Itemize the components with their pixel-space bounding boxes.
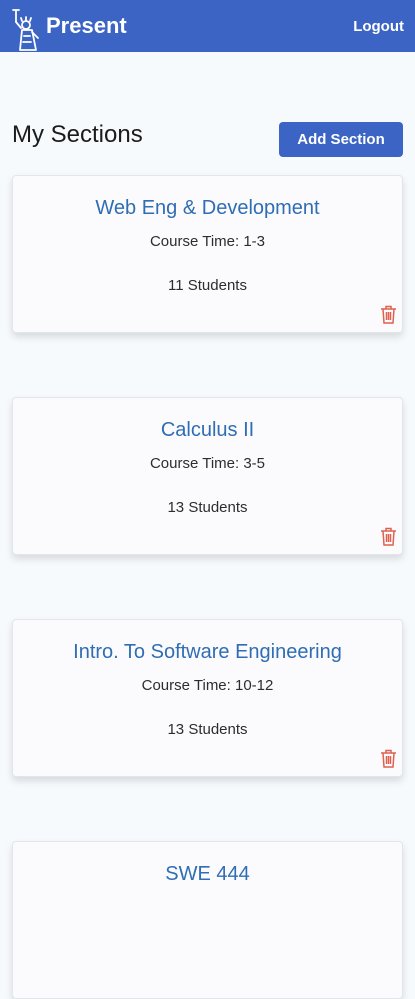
trash-icon[interactable] xyxy=(380,749,397,768)
section-card[interactable]: Intro. To Software Engineering Course Ti… xyxy=(12,619,403,777)
course-time: Course Time: 10-12 xyxy=(141,677,274,694)
trash-icon[interactable] xyxy=(380,305,397,324)
section-card[interactable]: SWE 444 xyxy=(12,841,403,999)
course-time: Course Time: 3-5 xyxy=(149,455,266,472)
student-count: 11 Students xyxy=(168,277,247,294)
course-time: Course Time: 1-3 xyxy=(149,233,266,250)
section-title-link[interactable]: Calculus II xyxy=(13,419,402,442)
top-navbar: Present Logout xyxy=(0,0,415,52)
section-title-link[interactable]: SWE 444 xyxy=(13,863,402,886)
section-title-link[interactable]: Web Eng & Development xyxy=(13,197,402,220)
section-card[interactable]: Calculus II Course Time: 3-5 13 Students xyxy=(12,397,403,555)
add-section-button[interactable]: Add Section xyxy=(279,122,403,157)
section-title-link[interactable]: Intro. To Software Engineering xyxy=(13,641,402,664)
trash-icon[interactable] xyxy=(380,527,397,546)
app-brand[interactable]: Present xyxy=(46,13,127,39)
logout-link[interactable]: Logout xyxy=(353,18,404,35)
student-count: 13 Students xyxy=(167,499,248,516)
section-card[interactable]: Web Eng & Development Course Time: 1-3 1… xyxy=(12,175,403,333)
statue-of-liberty-icon xyxy=(12,9,39,51)
student-count: 13 Students xyxy=(167,721,248,738)
page-title: My Sections xyxy=(12,121,143,148)
